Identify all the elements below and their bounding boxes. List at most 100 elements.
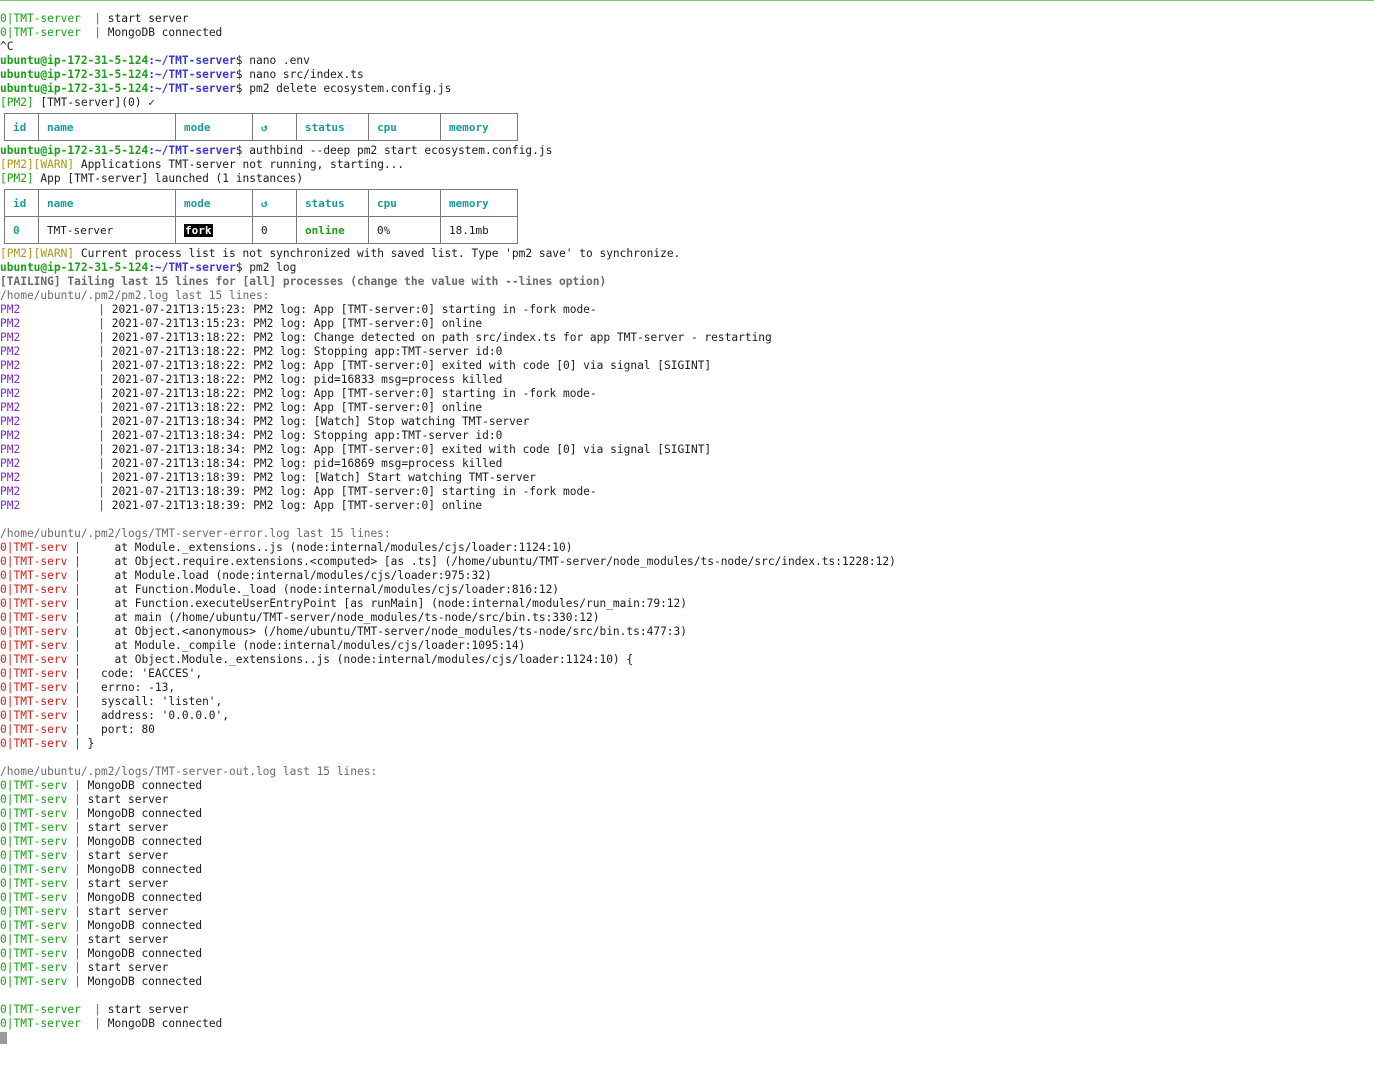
out-log-lines: 0|TMT-serv | MongoDB connected 0|TMT-serv… <box>0 779 1374 989</box>
process-prefix: 0|TMT-serv | <box>0 569 81 582</box>
prompt-symbol: $ <box>235 54 243 67</box>
command-text: nano src/index.ts <box>242 68 364 81</box>
log-text: 2021-07-21T13:18:34: PM2 log: [Watch] St… <box>104 415 530 428</box>
log-line: PM2 | 2021-07-21T13:18:39: PM2 log: App [… <box>0 499 1374 513</box>
log-line: PM2 | 2021-07-21T13:18:34: PM2 log: App [… <box>0 443 1374 457</box>
log-line: 0|TMT-serv | syscall: 'listen', <box>0 695 1374 709</box>
log-text: start server <box>80 877 169 890</box>
col-mode-header: mode <box>175 189 253 217</box>
log-text: MongoDB connected <box>101 26 223 39</box>
prompt-path: :~/TMT-server <box>148 54 236 67</box>
log-line: 0|TMT-server | MongoDB connected <box>0 1017 1374 1031</box>
process-prefix: 0|TMT-serv | <box>0 639 81 652</box>
process-prefix: 0|TMT-serv | <box>0 681 81 694</box>
log-text: 2021-07-21T13:18:22: PM2 log: pid=16833 … <box>104 373 503 386</box>
col-restarts-header: ↺ <box>252 113 297 141</box>
col-id-header: id <box>4 189 39 217</box>
log-text: MongoDB connected <box>80 835 203 848</box>
command-text: nano .env <box>242 54 310 67</box>
pm2-warn-tag: [PM2][WARN] <box>0 158 75 171</box>
log-text: at main (/home/ubuntu/TMT-server/node_mo… <box>80 611 600 624</box>
pm2-prefix: PM2 <box>0 345 21 358</box>
process-prefix: 0|TMT-serv | <box>0 583 81 596</box>
pm2-prefix: PM2 <box>0 303 21 316</box>
log-text: syscall: 'listen', <box>80 695 223 708</box>
prompt-path: :~/TMT-server <box>148 82 236 95</box>
process-prefix: 0|TMT-serv | <box>0 597 81 610</box>
log-text: at Function.executeUserEntryPoint [as ru… <box>80 597 688 610</box>
pm2-log-lines: PM2 | 2021-07-21T13:15:23: PM2 log: App [… <box>0 303 1374 513</box>
log-text: start server <box>101 1003 189 1016</box>
log-text: 2021-07-21T13:18:39: PM2 log: [Watch] St… <box>104 471 537 484</box>
log-line: PM2 | 2021-07-21T13:18:34: PM2 log: pid=1… <box>0 457 1374 471</box>
log-text: MongoDB connected <box>80 863 203 876</box>
process-prefix: 0|TMT-serv | <box>0 933 81 946</box>
pm2-prefix: PM2 <box>0 485 21 498</box>
prompt-user-host: ubuntu@ip-172-31-5-124 <box>0 82 149 95</box>
log-text: 2021-07-21T13:18:34: PM2 log: pid=16869 … <box>104 457 503 470</box>
log-line: 0|TMT-server | start server <box>0 12 1374 26</box>
log-text: port: 80 <box>80 723 155 736</box>
pm2-prefix: PM2 <box>0 415 21 428</box>
window-top-border <box>0 0 1374 1</box>
log-text: MongoDB connected <box>80 779 203 792</box>
log-text: code: 'EACCES', <box>80 667 203 680</box>
process-status: online <box>296 216 369 244</box>
log-line: 0|TMT-serv | MongoDB connected <box>0 779 1374 793</box>
log-text: start server <box>80 849 169 862</box>
log-line: 0|TMT-serv | start server <box>0 905 1374 919</box>
process-prefix: 0|TMT-serv | <box>0 835 81 848</box>
process-prefix: 0|TMT-serv | <box>0 709 81 722</box>
log-text: MongoDB connected <box>80 975 203 988</box>
log-separator: | <box>98 331 105 344</box>
log-separator: | <box>98 373 105 386</box>
process-prefix: 0|TMT-serv | <box>0 779 81 792</box>
pm2-text: App [TMT-server] launched (1 instances) <box>33 172 304 185</box>
log-text: at Function.Module._load (node:internal/… <box>80 583 560 596</box>
log-line: PM2 | 2021-07-21T13:15:23: PM2 log: App [… <box>0 317 1374 331</box>
col-status-header: status <box>296 113 369 141</box>
prompt-user-host: ubuntu@ip-172-31-5-124 <box>0 261 149 274</box>
command-line: ubuntu@ip-172-31-5-124:~/TMT-server$ pm2… <box>0 261 1374 275</box>
error-log-lines: 0|TMT-serv | at Module._extensions..js (… <box>0 541 1374 751</box>
process-prefix: 0|TMT-server | <box>0 1017 102 1030</box>
prompt-path: :~/TMT-server <box>148 261 236 274</box>
prompt-path: :~/TMT-server <box>148 68 236 81</box>
pm2-prefix: PM2 <box>0 359 21 372</box>
process-cpu: 0% <box>368 216 441 244</box>
process-mode: fork <box>184 223 213 237</box>
col-name-header: name <box>38 189 176 217</box>
pm2-tag: [PM2] <box>0 172 34 185</box>
log-text: 2021-07-21T13:18:22: PM2 log: Change det… <box>104 331 772 344</box>
process-prefix: 0|TMT-serv | <box>0 905 81 918</box>
interrupt-line: ^C <box>0 40 14 53</box>
cursor-line <box>0 1031 1374 1045</box>
log-line: 0|TMT-serv | start server <box>0 961 1374 975</box>
log-text: start server <box>80 933 169 946</box>
log-text: at Module._extensions..js (node:internal… <box>80 541 573 554</box>
process-prefix: 0|TMT-serv | <box>0 863 81 876</box>
log-text: 2021-07-21T13:18:22: PM2 log: App [TMT-s… <box>104 359 712 372</box>
log-line: 0|TMT-serv | MongoDB connected <box>0 835 1374 849</box>
col-memory-header: memory <box>440 113 518 141</box>
pm2-prefix: PM2 <box>0 443 21 456</box>
pm2-text: [TMT-server](0) ✓ <box>33 96 155 109</box>
log-text: 2021-07-21T13:15:23: PM2 log: App [TMT-s… <box>104 303 597 316</box>
process-prefix: 0|TMT-serv | <box>0 653 81 666</box>
process-prefix: 0|TMT-serv | <box>0 625 81 638</box>
pm2-prefix: PM2 <box>0 331 21 344</box>
process-prefix: 0|TMT-serv | <box>0 723 81 736</box>
log-text: at Object.require.extensions.<computed> … <box>80 555 896 568</box>
table-header-row: id name mode ↺ status cpu memory <box>4 189 518 217</box>
log-line: 0|TMT-serv | at Function.executeUserEntr… <box>0 597 1374 611</box>
terminal-output[interactable]: 0|TMT-server | start server 0|TMT-server… <box>0 12 1374 1045</box>
process-prefix: 0|TMT-serv | <box>0 877 81 890</box>
process-prefix: 0|TMT-serv | <box>0 961 81 974</box>
log-text: 2021-07-21T13:18:22: PM2 log: App [TMT-s… <box>104 387 597 400</box>
log-line: 0|TMT-serv | address: '0.0.0.0', <box>0 709 1374 723</box>
log-text: errno: -13, <box>80 681 176 694</box>
process-prefix: 0|TMT-server | <box>0 1003 102 1016</box>
terminal-cursor[interactable] <box>0 1032 7 1044</box>
